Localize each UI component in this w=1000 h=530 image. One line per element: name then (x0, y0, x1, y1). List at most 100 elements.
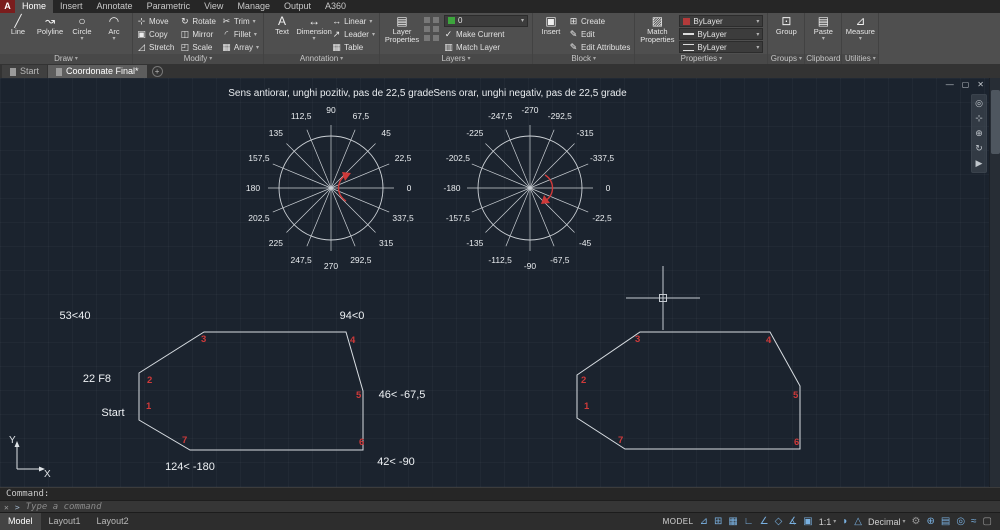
zoom-icon[interactable]: ⊕ (975, 128, 983, 139)
minimize-button[interactable]: — (946, 80, 954, 89)
scale-button[interactable]: ◰ Scale (180, 41, 216, 54)
command-input[interactable]: Type a command (26, 502, 102, 512)
annotation-visibility-toggle[interactable]: ◗ (842, 513, 848, 530)
draw-buttons: ╱ Line ↝ Polyline ○ Circle ▾ ◠ Arc ▾ (0, 13, 132, 54)
array-button[interactable]: ▦ Array ▾ (222, 41, 259, 54)
paste-button[interactable]: ▤ Paste ▾ (809, 15, 837, 54)
scrollbar-thumb[interactable] (991, 90, 1000, 154)
layout-tab-layout2[interactable]: Layout2 (89, 513, 137, 530)
lineweight-icon (683, 33, 695, 35)
layer-properties-button[interactable]: ▤ Layer Properties (384, 15, 420, 54)
ribbon-tab-output[interactable]: Output (277, 0, 318, 13)
copy-button[interactable]: ▣ Copy (137, 28, 174, 41)
make-current-button[interactable]: ✓ Make Current (444, 28, 528, 41)
panel-label-draw[interactable]: Draw ▾ (0, 54, 132, 64)
panel-label-clipboard[interactable]: Clipboard (805, 54, 842, 64)
ribbon-tab-annotate[interactable]: Annotate (90, 0, 140, 13)
infer-toggle[interactable]: ⊿ (700, 513, 708, 530)
quick-properties-toggle[interactable]: ▤ (941, 513, 950, 530)
panel-label-properties[interactable]: Properties ▾ (635, 54, 768, 64)
panel-utilities-title: Utilities (844, 54, 871, 63)
linear-button[interactable]: ↔ Linear ▾ (332, 15, 375, 27)
group-button[interactable]: ⊡ Group (772, 15, 800, 54)
drawing-canvas[interactable]: Sens antiorar, unghi pozitiv, pas de 22,… (0, 78, 1000, 487)
ribbon-tab-view[interactable]: View (197, 0, 230, 13)
panel-label-layers[interactable]: Layers ▾ (380, 54, 532, 64)
snap-toggle[interactable]: ⊞ (714, 513, 722, 530)
layout-tab-model[interactable]: Model (0, 513, 41, 530)
line-button[interactable]: ╱ Line (4, 15, 32, 54)
grid-toggle[interactable]: ▦ (728, 513, 737, 530)
close-button[interactable]: ✕ (977, 80, 984, 89)
restore-button[interactable]: ▢ (962, 80, 970, 89)
new-tab-button[interactable]: + (151, 66, 163, 77)
orbit-icon[interactable]: ↻ (975, 143, 983, 154)
polar-toggle[interactable]: ∠ (760, 513, 769, 530)
graphics-toggle[interactable]: ≈ (971, 513, 977, 530)
annotation-scale-control[interactable]: 1:1 ▾ (819, 517, 837, 527)
move-button[interactable]: ⊹ Move (137, 15, 174, 28)
polygon-1: 1 2 3 4 5 6 7 (138, 331, 364, 451)
polyline-button[interactable]: ↝ Polyline (36, 15, 64, 54)
file-tab-coordonate-final-[interactable]: Coordonate Final* (48, 65, 147, 78)
units-control[interactable]: Decimal ▾ (868, 517, 906, 527)
bylayer-dropdown-3[interactable]: ByLayer ▾ (679, 41, 764, 53)
layer-color-swatch (448, 17, 455, 25)
steering-wheel-icon[interactable]: ◎ (975, 98, 983, 109)
ribbon-tab-parametric[interactable]: Parametric (140, 0, 198, 13)
close-icon[interactable]: ✕ (4, 503, 9, 512)
otrack-toggle[interactable]: ∡ (788, 513, 797, 530)
edit-attributes-button[interactable]: ✎ Edit Attributes (569, 42, 631, 54)
panel-label-annotation[interactable]: Annotation ▾ (264, 54, 379, 64)
match-layer-button[interactable]: ▥ Match Layer (444, 41, 528, 54)
diagram-angle-label: -67,5 (550, 255, 570, 265)
workspace-toggle[interactable]: ⚙ (912, 513, 921, 530)
isolate-toggle[interactable]: ◎ (956, 513, 965, 530)
panel-label-block[interactable]: Block ▾ (533, 54, 635, 64)
ribbon-tab-home[interactable]: Home (15, 0, 54, 13)
text-button[interactable]: A Text (268, 15, 296, 54)
measure-button[interactable]: ⊿ Measure ▾ (846, 15, 875, 54)
circle-button[interactable]: ○ Circle ▾ (68, 15, 96, 54)
rotate-button[interactable]: ↻ Rotate (180, 15, 216, 28)
vertical-scrollbar[interactable] (989, 78, 1000, 487)
ribbon-tab-manage[interactable]: Manage (230, 0, 277, 13)
edit-button[interactable]: ✎ Edit (569, 28, 630, 40)
panel-draw: ╱ Line ↝ Polyline ○ Circle ▾ ◠ Arc ▾ Draw ▾ (0, 13, 133, 64)
layout-tab-layout1[interactable]: Layout1 (41, 513, 89, 530)
isodraft-toggle[interactable]: ◇ (775, 513, 783, 530)
dropdown-value: ByLayer (693, 16, 723, 26)
match-properties-button[interactable]: ▨ Match Properties (639, 15, 675, 54)
file-tab-start[interactable]: Start (2, 65, 48, 78)
bylayer-dropdown-1[interactable]: ByLayer ▾ (679, 15, 764, 27)
ribbon-tab-a360[interactable]: A360 (318, 0, 353, 13)
table-button[interactable]: ▦ Table (332, 42, 375, 54)
chevron-down-icon: ▾ (833, 519, 837, 525)
app-logo-icon[interactable]: A (0, 0, 15, 13)
ortho-toggle[interactable]: ∟ (744, 513, 754, 530)
panel-label-utilities[interactable]: Utilities ▾ (842, 54, 879, 64)
bylayer-dropdown-2[interactable]: ByLayer ▾ (679, 28, 764, 40)
leader-button[interactable]: ↗ Leader ▾ (332, 28, 375, 40)
stretch-button[interactable]: ◿ Stretch (137, 41, 174, 54)
insert-button[interactable]: ▣ Insert (537, 15, 565, 54)
annotation-monitor-toggle[interactable]: ⊕ (926, 513, 934, 530)
diagram-angle-label: 22,5 (395, 153, 412, 163)
autoscale-toggle[interactable]: △ (854, 513, 862, 530)
show-motion-icon[interactable]: ▶ (976, 158, 983, 169)
fillet-button[interactable]: ◜ Fillet ▾ (222, 28, 259, 41)
arc-button[interactable]: ◠ Arc ▾ (100, 15, 128, 54)
ribbon-tab-insert[interactable]: Insert (53, 0, 90, 13)
trim-button[interactable]: ✂ Trim ▾ (222, 15, 259, 28)
create-button[interactable]: ⊞ Create (569, 15, 630, 27)
panel-label-modify[interactable]: Modify ▾ (133, 54, 264, 64)
pan-icon[interactable]: ⊹ (975, 113, 983, 124)
dimension-button[interactable]: ↔ Dimension ▾ (296, 15, 331, 54)
layer-select[interactable]: 0 ▾ (444, 15, 528, 27)
diagram-spoke (485, 187, 531, 233)
panel-label-groups[interactable]: Groups ▾ (768, 54, 805, 64)
clean-screen-toggle[interactable]: ▢ (983, 513, 992, 530)
mirror-button[interactable]: ◫ Mirror (180, 28, 216, 41)
polygon-outline (576, 331, 801, 450)
osnap-toggle[interactable]: ▣ (803, 513, 812, 530)
